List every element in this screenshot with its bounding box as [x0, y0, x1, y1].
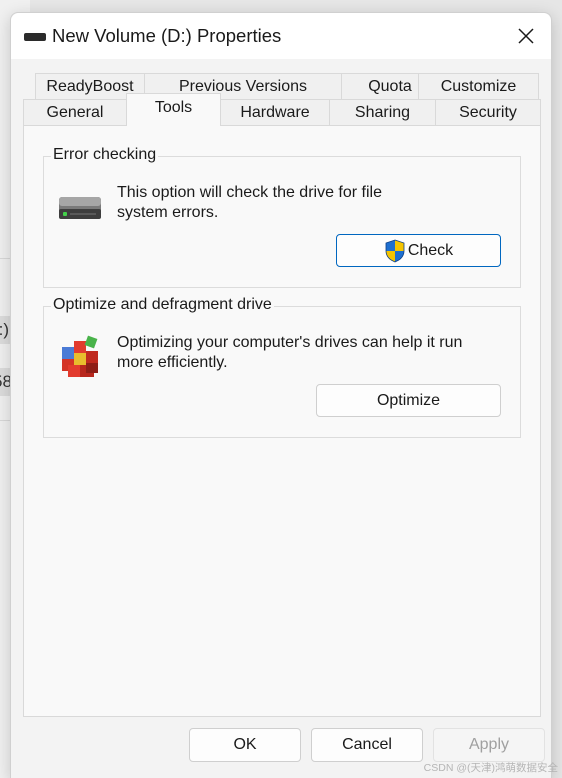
defrag-blocks-icon	[62, 335, 98, 377]
tab-general[interactable]: General	[23, 99, 127, 126]
watermark: CSDN @(天津)鸿萌数据安全	[423, 762, 558, 774]
window-title: New Volume (D:) Properties	[52, 25, 282, 46]
apply-button[interactable]: Apply	[433, 728, 545, 762]
title-bar[interactable]: New Volume (D:) Properties	[11, 13, 551, 59]
close-icon	[518, 28, 534, 44]
optimize-group: Optimize and defragment drive Optimizing…	[43, 296, 521, 438]
ok-button[interactable]: OK	[189, 728, 301, 762]
error-checking-group: Error checking This option will check th…	[43, 146, 521, 288]
properties-dialog: New Volume (D:) Properties ReadyBoost Pr…	[10, 12, 552, 778]
cancel-button[interactable]: Cancel	[311, 728, 423, 762]
error-checking-title: Error checking	[51, 146, 159, 164]
tab-hardware[interactable]: Hardware	[220, 99, 330, 126]
check-button[interactable]: Check	[336, 234, 501, 267]
close-button[interactable]	[501, 13, 551, 59]
tab-tools[interactable]: Tools	[126, 93, 221, 126]
optimize-description: Optimizing your computer's drives can he…	[117, 334, 463, 371]
error-checking-description: This option will check the drive for fil…	[117, 184, 382, 221]
uac-shield-icon	[385, 239, 405, 262]
tab-customize[interactable]: Customize	[418, 73, 539, 100]
optimize-button[interactable]: Optimize	[316, 384, 501, 417]
tools-panel: Error checking This option will check th…	[23, 125, 541, 717]
optimize-title: Optimize and defragment drive	[51, 296, 274, 314]
drive-icon	[24, 33, 46, 41]
tab-sharing[interactable]: Sharing	[329, 99, 436, 126]
tab-security[interactable]: Security	[435, 99, 541, 126]
check-button-label: Check	[407, 241, 454, 259]
hard-drive-icon	[59, 197, 101, 219]
